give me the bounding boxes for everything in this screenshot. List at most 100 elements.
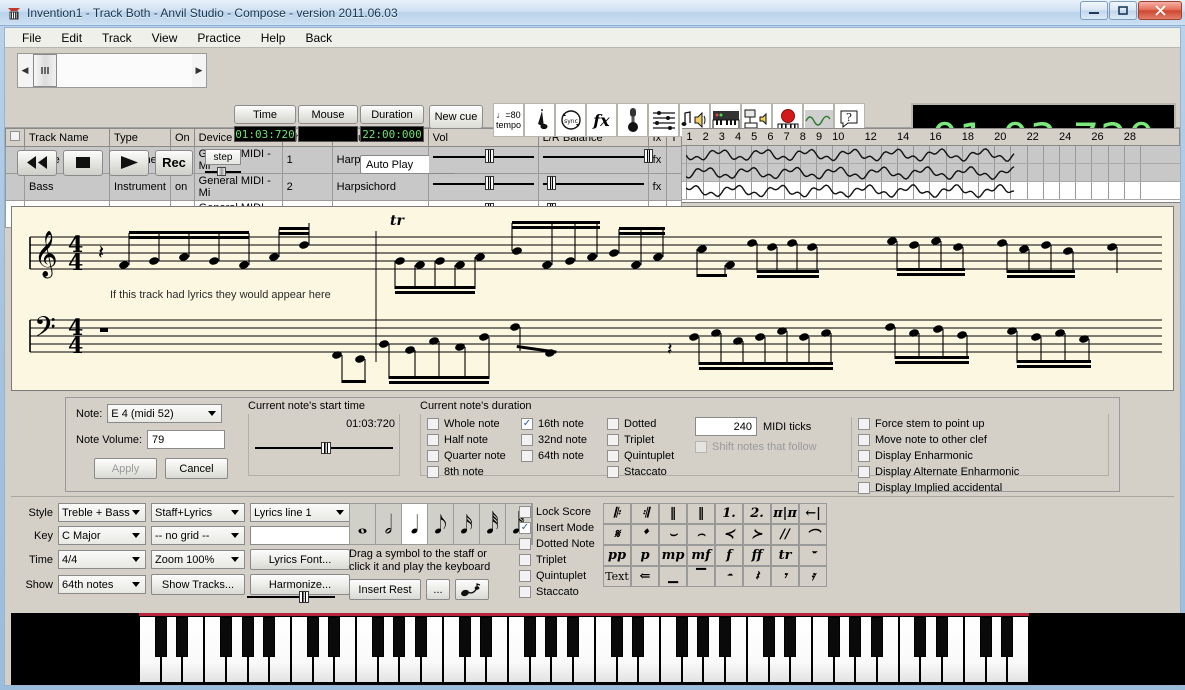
piano-black-key[interactable] bbox=[220, 617, 232, 657]
scrollbar-track[interactable] bbox=[57, 54, 192, 87]
track-select-check[interactable] bbox=[6, 174, 25, 201]
piano-black-key[interactable] bbox=[632, 617, 644, 657]
play-button[interactable] bbox=[109, 150, 149, 176]
piano-black-key[interactable] bbox=[545, 617, 557, 657]
mode-check-lock-score[interactable]: Lock Score bbox=[519, 505, 605, 519]
symbol-button-15[interactable]: ⌒ bbox=[799, 524, 827, 545]
symbol-button-1[interactable]: 𝄇 bbox=[631, 503, 659, 524]
duration-check-dotted[interactable]: Dotted bbox=[607, 417, 689, 431]
piano-black-key[interactable] bbox=[459, 617, 471, 657]
note-dropdown[interactable]: E 4 (midi 52) bbox=[107, 404, 222, 423]
step-slider-knob[interactable] bbox=[217, 167, 226, 176]
note-palette[interactable]: 𝅝𝅗𝅥𝅘𝅥𝅘𝅥𝅮𝅘𝅥𝅯𝅘𝅥𝅰𝅘𝅥𝅱 bbox=[349, 503, 533, 545]
symbol-button-0[interactable]: 𝄆 bbox=[603, 503, 631, 524]
symbol-button-17[interactable]: p bbox=[631, 545, 659, 566]
duration-check-staccato[interactable]: Staccato bbox=[607, 465, 689, 479]
checkbox-box[interactable] bbox=[519, 506, 531, 518]
checkbox-box[interactable]: ✓ bbox=[521, 418, 533, 430]
half-note-palette-button[interactable]: 𝅗𝅥 bbox=[376, 504, 402, 544]
track-on-cell[interactable]: on bbox=[170, 174, 194, 201]
zoom-dropdown[interactable]: Zoom 100% bbox=[151, 550, 245, 569]
whole-note-palette-button[interactable]: 𝅝 bbox=[350, 504, 376, 544]
menu-item-track[interactable]: Track bbox=[93, 29, 141, 47]
scroll-right-icon[interactable]: ▶ bbox=[192, 65, 206, 76]
track-overview-lane[interactable] bbox=[682, 182, 1180, 200]
symbol-button-31[interactable]: 𝄿 bbox=[799, 566, 827, 587]
piano-black-key[interactable] bbox=[176, 617, 188, 657]
apply-button[interactable]: Apply bbox=[94, 458, 157, 479]
piano-black-key[interactable] bbox=[784, 617, 796, 657]
checkbox-box[interactable] bbox=[519, 570, 531, 582]
piano-black-key[interactable] bbox=[980, 617, 992, 657]
quarter-note-palette-button[interactable]: 𝅘𝅥 bbox=[402, 504, 428, 544]
checkbox-box[interactable] bbox=[519, 586, 531, 598]
mode-check-triplet[interactable]: Triplet bbox=[519, 553, 605, 567]
track-instrument-cell[interactable]: Harpsichord bbox=[332, 174, 428, 201]
piano-black-key[interactable] bbox=[611, 617, 623, 657]
staff-dropdown[interactable]: Staff+Lyrics bbox=[151, 503, 245, 522]
scrollbar-thumb[interactable] bbox=[33, 54, 57, 87]
piano-black-key[interactable] bbox=[524, 617, 536, 657]
symbol-button-19[interactable]: mf bbox=[687, 545, 715, 566]
symbol-button-26[interactable]: ▁ bbox=[659, 566, 687, 587]
symbol-button-16[interactable]: pp bbox=[603, 545, 631, 566]
cancel-button[interactable]: Cancel bbox=[165, 458, 228, 479]
checkbox-box[interactable] bbox=[858, 418, 870, 430]
track-overview-lane[interactable] bbox=[682, 146, 1180, 164]
track-t-cell[interactable] bbox=[666, 174, 682, 201]
close-button[interactable] bbox=[1138, 1, 1182, 20]
duration-check-quintuplet[interactable]: Quintuplet bbox=[607, 449, 689, 463]
duration-check-8th-note[interactable]: 8th note bbox=[427, 465, 515, 479]
symbol-button-8[interactable]: 𝄋 bbox=[603, 524, 631, 545]
track-channel-cell[interactable]: 1 bbox=[282, 147, 332, 174]
mode-check-quintuplet[interactable]: Quintuplet bbox=[519, 569, 605, 583]
track-device-cell[interactable]: General MIDI - Mi bbox=[194, 174, 282, 201]
piano-black-key[interactable] bbox=[242, 617, 254, 657]
checkbox-box[interactable]: ✓ bbox=[519, 522, 531, 534]
duration-check-triplet[interactable]: Triplet bbox=[607, 433, 689, 447]
display-option-display-implied-accidental[interactable]: Display Implied accidental bbox=[858, 481, 1102, 495]
duration-button[interactable]: Duration bbox=[360, 105, 424, 124]
symbol-button-21[interactable]: ff bbox=[743, 545, 771, 566]
piano-black-key[interactable] bbox=[372, 617, 384, 657]
checkbox-box[interactable] bbox=[607, 450, 619, 462]
symbol-button-30[interactable]: 𝄾 bbox=[771, 566, 799, 587]
symbol-button-24[interactable]: Text bbox=[603, 566, 631, 587]
score-view[interactable]: 𝄞 𝄢 4 4 4 4 tr bbox=[11, 206, 1174, 391]
track-balance-slider[interactable] bbox=[538, 174, 648, 201]
duration-check-16th-note[interactable]: ✓16th note bbox=[521, 417, 601, 431]
start-time-slider-knob[interactable] bbox=[321, 442, 331, 454]
piano-black-key[interactable] bbox=[676, 617, 688, 657]
checkbox-box[interactable] bbox=[607, 434, 619, 446]
symbol-button-11[interactable]: ⌢ bbox=[687, 524, 715, 545]
tempo-icon[interactable]: ♩=80 tempo bbox=[493, 103, 524, 137]
scroll-left-icon[interactable]: ◀ bbox=[18, 65, 32, 76]
measure-ruler[interactable]: 12345678910121416182022242628 bbox=[682, 128, 1180, 202]
menu-item-view[interactable]: View bbox=[143, 29, 187, 47]
checkbox-box[interactable] bbox=[427, 450, 439, 462]
midi-ticks-input[interactable]: 240 bbox=[695, 417, 757, 436]
symbol-palette[interactable]: 𝄆𝄇‖‖1.2.π|π←|𝄋𝄌⌣⌢≺≻//⌒pppmpmfffftr𝄻Text⇐… bbox=[603, 503, 827, 587]
piano-black-key[interactable] bbox=[936, 617, 948, 657]
sixteenth-note-palette-button[interactable]: 𝅘𝅥𝅯 bbox=[454, 504, 480, 544]
checkbox-box[interactable] bbox=[521, 434, 533, 446]
track-overview-lanes[interactable] bbox=[682, 146, 1180, 202]
display-option-force-stem-to-point-up[interactable]: Force stem to point up bbox=[858, 417, 1102, 431]
piano-black-key[interactable] bbox=[763, 617, 775, 657]
symbol-button-4[interactable]: 1. bbox=[715, 503, 743, 524]
duration-check-64th-note[interactable]: 64th note bbox=[521, 449, 601, 463]
track-fx-cell[interactable]: fx bbox=[648, 174, 666, 201]
menu-item-help[interactable]: Help bbox=[252, 29, 295, 47]
piano-keyboard[interactable] bbox=[11, 613, 1185, 685]
menu-item-edit[interactable]: Edit bbox=[52, 29, 91, 47]
piano-black-key[interactable] bbox=[415, 617, 427, 657]
col-select[interactable] bbox=[6, 129, 25, 147]
table-row[interactable]: BassInstrumentonGeneral MIDI - Mi2Harpsi… bbox=[6, 174, 682, 201]
shift-notes-checkbox[interactable]: Shift notes that follow bbox=[695, 440, 845, 454]
insert-rest-button[interactable]: Insert Rest bbox=[349, 579, 421, 600]
checkbox-box[interactable] bbox=[858, 466, 870, 478]
display-option-display-alternate-enharmonic[interactable]: Display Alternate Enharmonic bbox=[858, 465, 1102, 479]
piano-black-key[interactable] bbox=[871, 617, 883, 657]
mode-check-staccato[interactable]: Staccato bbox=[519, 585, 605, 599]
track-volume-slider[interactable] bbox=[428, 147, 538, 174]
